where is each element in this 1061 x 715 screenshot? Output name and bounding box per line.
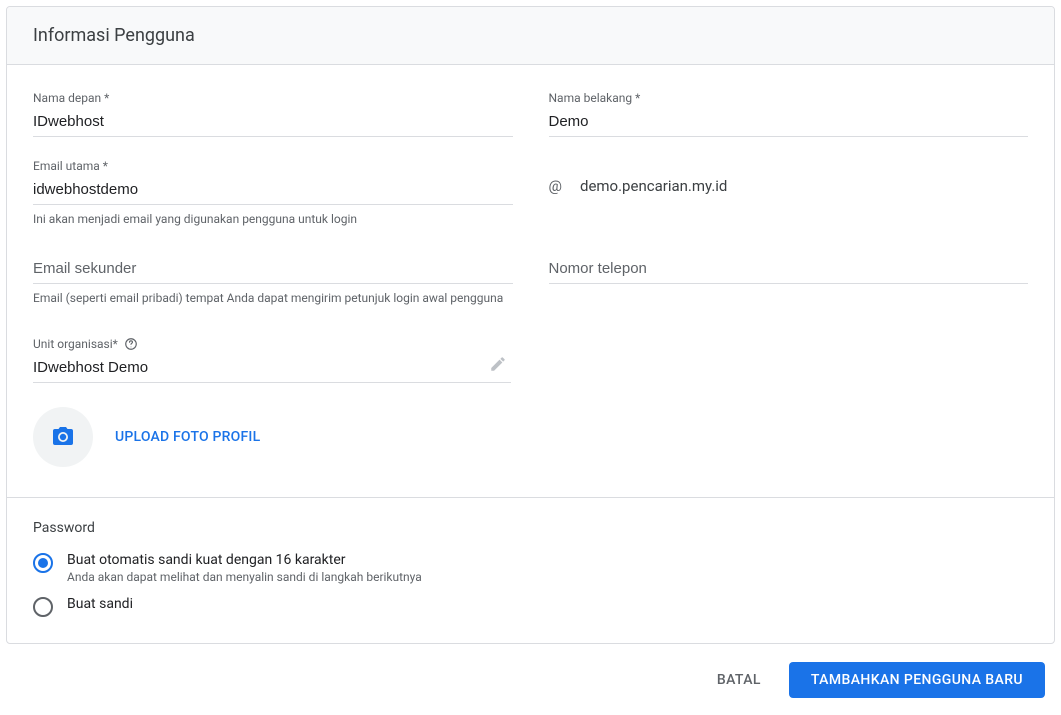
card-body: Nama depan * Nama belakang * Email utama… — [7, 65, 1054, 498]
primary-email-field: Email utama * Ini akan menjadi email yan… — [33, 159, 513, 228]
primary-email-label: Email utama * — [33, 159, 513, 173]
avatar-placeholder[interactable] — [33, 407, 93, 467]
phone-input[interactable] — [549, 256, 1029, 284]
primary-email-input[interactable] — [33, 177, 513, 205]
first-name-field: Nama depan * — [33, 91, 513, 137]
primary-email-helper: Ini akan menjadi email yang digunakan pe… — [33, 211, 513, 228]
footer-actions: BATAL TAMBAHKAN PENGGUNA BARU — [6, 644, 1055, 702]
password-title: Password — [33, 520, 1028, 536]
org-unit-input[interactable] — [33, 355, 511, 383]
at-symbol: @ — [549, 177, 562, 195]
secondary-row: Email (seperti email pribadi) tempat And… — [33, 256, 1028, 307]
card-header: Informasi Pengguna — [7, 7, 1054, 65]
radio-texts: Buat otomatis sandi kuat dengan 16 karak… — [67, 552, 422, 584]
password-auto-option[interactable]: Buat otomatis sandi kuat dengan 16 karak… — [33, 552, 1028, 584]
org-unit-label: Unit organisasi* — [33, 337, 118, 351]
org-unit-label-row: Unit organisasi* — [33, 337, 511, 351]
password-auto-helper: Anda akan dapat melihat dan menyalin san… — [67, 570, 422, 584]
secondary-email-helper: Email (seperti email pribadi) tempat And… — [33, 290, 513, 307]
radio-icon — [33, 553, 53, 573]
cancel-button[interactable]: BATAL — [699, 663, 779, 697]
help-icon[interactable] — [124, 337, 138, 351]
radio-icon — [33, 597, 53, 617]
upload-row: UPLOAD FOTO PROFIL — [33, 393, 1028, 477]
card-title: Informasi Pengguna — [33, 25, 195, 46]
last-name-label: Nama belakang * — [549, 91, 1029, 105]
phone-field — [549, 256, 1029, 307]
pencil-icon[interactable] — [489, 355, 507, 373]
last-name-field: Nama belakang * — [549, 91, 1029, 137]
email-row: Email utama * Ini akan menjadi email yan… — [33, 159, 1028, 228]
camera-icon — [51, 425, 75, 449]
password-auto-label: Buat otomatis sandi kuat dengan 16 karak… — [67, 552, 422, 568]
password-section: Password Buat otomatis sandi kuat dengan… — [7, 498, 1054, 643]
email-domain: demo.pencarian.my.id — [580, 177, 727, 195]
first-name-input[interactable] — [33, 109, 513, 137]
last-name-input[interactable] — [549, 109, 1029, 137]
name-row: Nama depan * Nama belakang * — [33, 91, 1028, 159]
org-unit-field: Unit organisasi* — [33, 337, 511, 383]
radio-texts: Buat sandi — [67, 596, 133, 612]
password-manual-option[interactable]: Buat sandi — [33, 596, 1028, 617]
upload-photo-button[interactable]: UPLOAD FOTO PROFIL — [115, 429, 260, 445]
email-domain-col: @ demo.pencarian.my.id — [549, 159, 1029, 228]
secondary-email-field: Email (seperti email pribadi) tempat And… — [33, 256, 513, 307]
password-manual-label: Buat sandi — [67, 596, 133, 612]
email-domain-row: @ demo.pencarian.my.id — [549, 159, 1029, 195]
primary-email-col: Email utama * Ini akan menjadi email yan… — [33, 159, 513, 228]
user-info-card: Informasi Pengguna Nama depan * Nama bel… — [6, 6, 1055, 644]
first-name-label: Nama depan * — [33, 91, 513, 105]
secondary-email-input[interactable] — [33, 256, 513, 284]
add-user-button[interactable]: TAMBAHKAN PENGGUNA BARU — [789, 662, 1045, 698]
